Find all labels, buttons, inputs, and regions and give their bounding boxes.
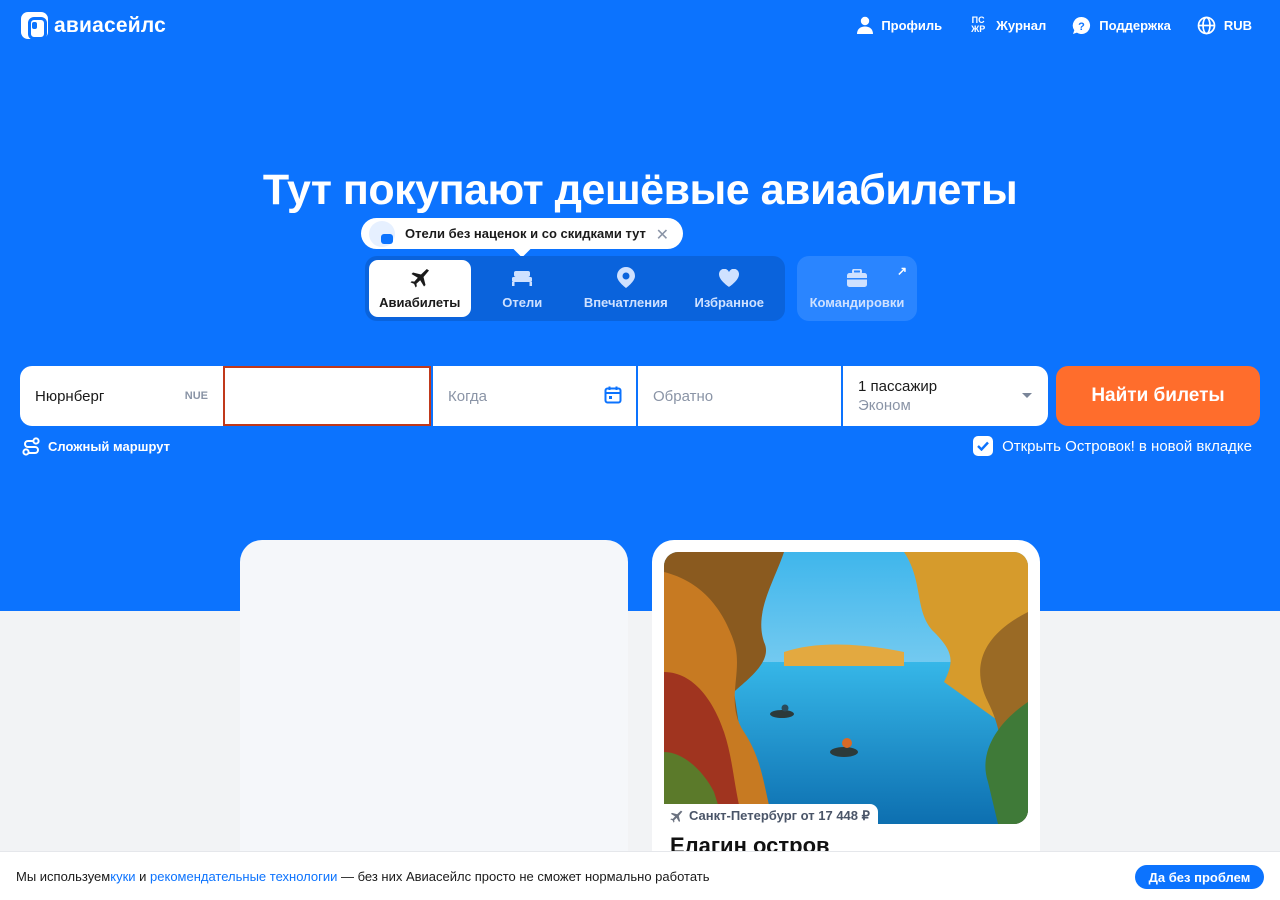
destination-field[interactable]: [223, 366, 431, 426]
tab-experiences-label: Впечатления: [583, 294, 668, 310]
open-in-new-tab-option[interactable]: Открыть Островок! в новой вкладке: [973, 436, 1252, 456]
help-icon: ?: [1073, 16, 1091, 34]
cookies-link[interactable]: куки: [110, 869, 135, 884]
promo-mascot-icon: [369, 220, 395, 247]
nav-support-label: Поддержка: [1099, 17, 1171, 33]
briefcase-icon: [847, 268, 867, 288]
plane-icon: [670, 810, 683, 823]
tab-business-trips[interactable]: ↗ Командировки: [797, 256, 917, 321]
tab-flights[interactable]: Авиабилеты: [369, 260, 471, 317]
recommendations-link[interactable]: рекомендательные технологии: [150, 869, 337, 884]
tab-hotels-label: Отели: [502, 294, 543, 310]
accept-cookies-button[interactable]: Да без проблем: [1135, 865, 1264, 889]
nav-currency[interactable]: RUB: [1197, 14, 1252, 36]
nav-profile[interactable]: Профиль: [857, 14, 942, 36]
destination-photo: [664, 552, 1028, 824]
open-in-new-tab-checkbox[interactable]: [973, 436, 994, 456]
calendar-icon: [604, 386, 622, 404]
cookie-text-before: Мы используем: [16, 868, 111, 884]
complex-route-label: Сложный маршрут: [48, 439, 170, 454]
promo-text: Отели без наценок и со скидками тут: [405, 226, 646, 241]
plane-icon: [410, 268, 430, 288]
tab-hotels[interactable]: Отели: [471, 260, 575, 317]
passengers-field[interactable]: 1 пассажир Эконом: [843, 366, 1048, 426]
price-badge: Санкт-Петербург от 17 448 ₽: [664, 804, 878, 828]
cookie-text-and: и: [135, 868, 151, 884]
cabin-class: Эконом: [858, 397, 911, 414]
return-date-field[interactable]: Обратно: [638, 366, 841, 426]
globe-icon: [1197, 16, 1216, 34]
tab-flights-label: Авиабилеты: [379, 294, 461, 310]
journal-icon: ПС ЖР: [971, 15, 986, 34]
price-text: Санкт-Петербург от 17 448 ₽: [689, 808, 870, 823]
external-link-icon: ↗: [896, 264, 907, 278]
tab-business-trips-label: Командировки: [809, 294, 905, 310]
nav-support[interactable]: ? Поддержка: [1072, 14, 1171, 36]
chevron-down-icon: [1022, 393, 1032, 398]
origin-field[interactable]: Нюрнберг NUE: [20, 366, 223, 426]
depart-date-field[interactable]: Когда: [433, 366, 636, 426]
return-date-placeholder: Обратно: [653, 387, 714, 405]
checkmark-icon: [977, 441, 989, 451]
tab-experiences[interactable]: Впечатления: [574, 260, 678, 317]
logo[interactable]: авиасейлс: [21, 12, 166, 40]
destination-card[interactable]: [652, 540, 1040, 880]
origin-code: NUE: [184, 390, 208, 402]
tab-favorites[interactable]: Избранное: [678, 260, 782, 317]
heart-icon: [719, 268, 740, 288]
user-icon: [857, 16, 874, 34]
nav-journal[interactable]: ПС ЖР Журнал: [968, 14, 1046, 36]
nav-currency-label: RUB: [1223, 17, 1252, 33]
pin-icon: [616, 267, 635, 288]
top-nav: Профиль ПС ЖР Журнал ? Поддержка RUB: [857, 14, 1252, 36]
cookie-banner: Мы используем куки и рекомендательные те…: [0, 851, 1280, 900]
route-icon: [22, 437, 40, 456]
find-tickets-button[interactable]: Найти билеты: [1056, 366, 1260, 426]
hotels-promo-tooltip[interactable]: Отели без наценок и со скидками тут ✕: [361, 218, 683, 249]
page-title: Тут покупают дешёвые авиабилеты: [262, 166, 1018, 214]
tab-favorites-label: Избранное: [694, 294, 765, 310]
logo-icon: [21, 12, 48, 40]
origin-value: Нюрнберг: [35, 387, 105, 405]
open-in-new-tab-label: Открыть Островок! в новой вкладке: [1002, 437, 1252, 455]
complex-route-link[interactable]: Сложный маршрут: [22, 437, 170, 456]
promo-card-placeholder: [240, 540, 628, 880]
nav-journal-label: Журнал: [996, 17, 1047, 33]
search-form: Нюрнберг NUE Когда Обратно 1 пассажир Эк…: [20, 366, 1048, 426]
passengers-count: 1 пассажир: [858, 378, 938, 395]
depart-date-placeholder: Когда: [448, 387, 487, 405]
bed-icon: [511, 268, 533, 288]
logo-text: авиасейлс: [54, 13, 166, 37]
cookie-text-after: — без них Авиасейлс просто не сможет нор…: [337, 868, 710, 884]
svg-text:?: ?: [1078, 21, 1085, 33]
close-icon[interactable]: ✕: [656, 225, 669, 245]
nav-profile-label: Профиль: [881, 17, 943, 33]
product-tabs: Авиабилеты Отели Впечатления Избранное: [365, 256, 785, 321]
